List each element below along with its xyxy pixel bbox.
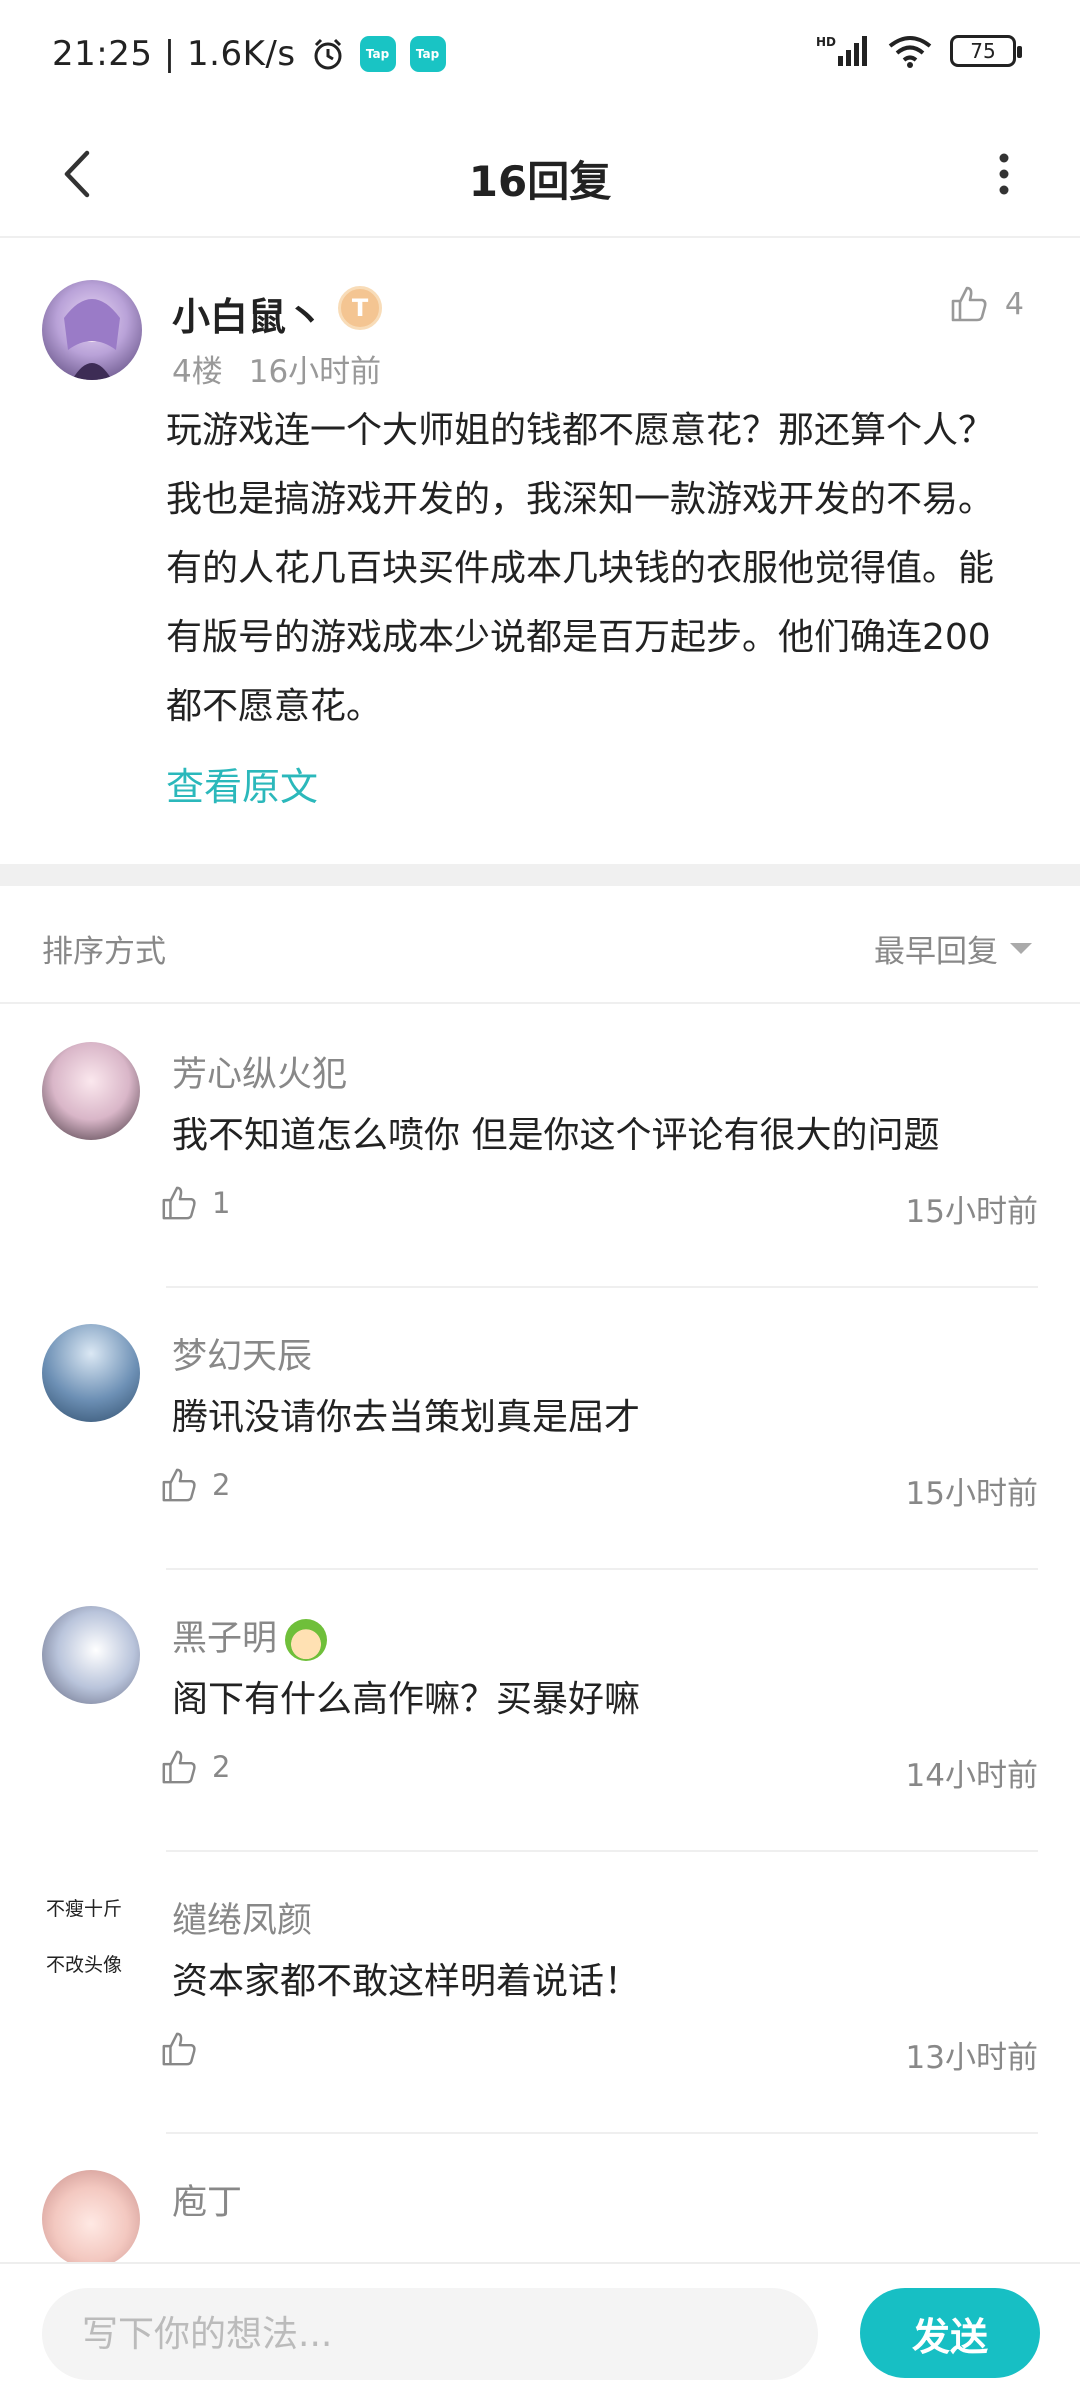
battery-level: 75 xyxy=(970,39,996,63)
status-time: 21:25 | 1.6K/s xyxy=(52,34,296,74)
svg-text:HD: HD xyxy=(816,35,836,49)
avatar-text-line: 不瘦十斤 xyxy=(46,1898,123,1920)
reply-item: 梦幻天辰 腾讯没请你去当策划真是屈才 2 15小时前 xyxy=(0,1288,1080,1570)
reply-like-button[interactable]: 1 xyxy=(160,1184,230,1222)
thumbs-up-icon xyxy=(162,1468,196,1502)
send-button[interactable]: 发送 xyxy=(860,2288,1040,2378)
reply-author-name[interactable]: 芳心纵火犯 xyxy=(172,1046,347,1097)
character-badge-icon xyxy=(285,1619,328,1661)
reply-item: 不瘦十斤 不改头像 缱绻凤颜 资本家都不敢这样明着说话！ 13小时前 xyxy=(0,1852,1080,2134)
alarm-icon xyxy=(314,38,342,70)
sort-dropdown[interactable]: 最早回复 xyxy=(874,926,1032,971)
taptap-app-icon: Tap xyxy=(359,36,396,72)
avatar[interactable] xyxy=(42,2170,140,2262)
thumbs-up-icon xyxy=(162,2032,196,2066)
post-body: 玩游戏连一个大师姐的钱都不愿意花？那还算个人？我也是搞游戏开发的，我深知一款游戏… xyxy=(166,410,995,727)
reply-text: 腾讯没请你去当策划真是屈才 xyxy=(172,1397,641,1438)
post-author-name[interactable]: 小白鼠丶 xyxy=(172,286,324,341)
reply-author-name-text: 黑子明 xyxy=(172,1619,278,1659)
dropdown-arrow-icon xyxy=(1010,943,1032,954)
reply-text: 资本家都不敢这样明着说话！ xyxy=(172,1961,641,2002)
battery-icon: 75 xyxy=(950,35,1022,67)
post-like-count: 4 xyxy=(1004,286,1024,322)
reply-item: 芳心纵火犯 我不知道怎么喷你 但是你这个评论有很大的问题 1 15小时前 xyxy=(0,1006,1080,1288)
comment-input[interactable] xyxy=(42,2288,818,2380)
section-divider xyxy=(0,864,1080,886)
thumbs-up-icon xyxy=(951,286,987,322)
post-like-button[interactable]: 4 xyxy=(949,284,1024,324)
signal-icon: HD xyxy=(816,35,867,66)
post-meta: 4楼 16小时前 xyxy=(172,346,381,391)
reply-text: 阁下有什么高作嘛？买暴好嘛 xyxy=(172,1679,641,1720)
avatar[interactable] xyxy=(42,1606,140,1704)
reply-like-button[interactable]: 2 xyxy=(160,1466,230,1504)
reply-time: 15小时前 xyxy=(905,1194,1038,1230)
reply-like-count: 2 xyxy=(212,1750,231,1784)
reply-like-button[interactable] xyxy=(160,2030,198,2068)
page-title: 16回复 xyxy=(468,157,612,206)
view-original-link[interactable]: 查看原文 xyxy=(166,756,318,811)
reply-author-name[interactable]: 庖丁 xyxy=(172,2174,242,2225)
thumbs-up-icon xyxy=(162,1186,196,1220)
reply-author-name[interactable]: 黑子明 xyxy=(172,1610,328,1661)
taptap-app-icon: Tap xyxy=(409,36,446,72)
reply-author-name[interactable]: 缱绻凤颜 xyxy=(172,1892,312,1943)
reply-time: 15小时前 xyxy=(905,1476,1038,1512)
sort-bar: 排序方式 最早回复 xyxy=(0,886,1080,1004)
reply-item: 庖丁 xyxy=(0,2134,1080,2262)
avatar[interactable] xyxy=(42,280,142,380)
sort-value: 最早回复 xyxy=(874,934,998,970)
reply-time: 14小时前 xyxy=(905,1758,1038,1794)
reply-item: 黑子明 阁下有什么高作嘛？买暴好嘛 2 14小时前 xyxy=(0,1570,1080,1852)
reply-author-name[interactable]: 梦幻天辰 xyxy=(172,1328,312,1379)
avatar[interactable]: 不瘦十斤 不改头像 xyxy=(42,1888,140,1986)
avatar[interactable] xyxy=(42,1324,140,1422)
status-bar: 21:25 | 1.6K/s Tap Tap HD 75 xyxy=(0,0,1080,110)
level-badge: T xyxy=(338,286,382,330)
sort-label: 排序方式 xyxy=(42,934,166,970)
comment-composer: 发送 xyxy=(0,2262,1080,2400)
post-time: 16小时前 xyxy=(248,354,382,390)
main-post: 小白鼠丶 T 4楼 16小时前 4 玩游戏连一个大师姐的钱都不愿意花？那还算个人？… xyxy=(0,240,1080,864)
thumbs-up-icon xyxy=(162,1750,196,1784)
reply-time: 13小时前 xyxy=(905,2040,1038,2076)
reply-like-button[interactable]: 2 xyxy=(160,1748,230,1786)
avatar[interactable] xyxy=(42,1042,140,1140)
more-options-icon[interactable] xyxy=(964,134,1044,214)
reply-like-count: 2 xyxy=(212,1468,231,1502)
wifi-icon xyxy=(888,36,932,68)
status-left: 21:25 | 1.6K/s Tap Tap xyxy=(52,34,446,74)
reply-like-count: 1 xyxy=(212,1186,231,1220)
status-right: HD 75 xyxy=(816,34,1022,68)
avatar-text-line: 不改头像 xyxy=(46,1954,123,1976)
top-header: 16回复 xyxy=(0,110,1080,238)
post-floor: 4楼 xyxy=(172,354,223,390)
reply-text: 我不知道怎么喷你 但是你这个评论有很大的问题 xyxy=(172,1115,940,1156)
